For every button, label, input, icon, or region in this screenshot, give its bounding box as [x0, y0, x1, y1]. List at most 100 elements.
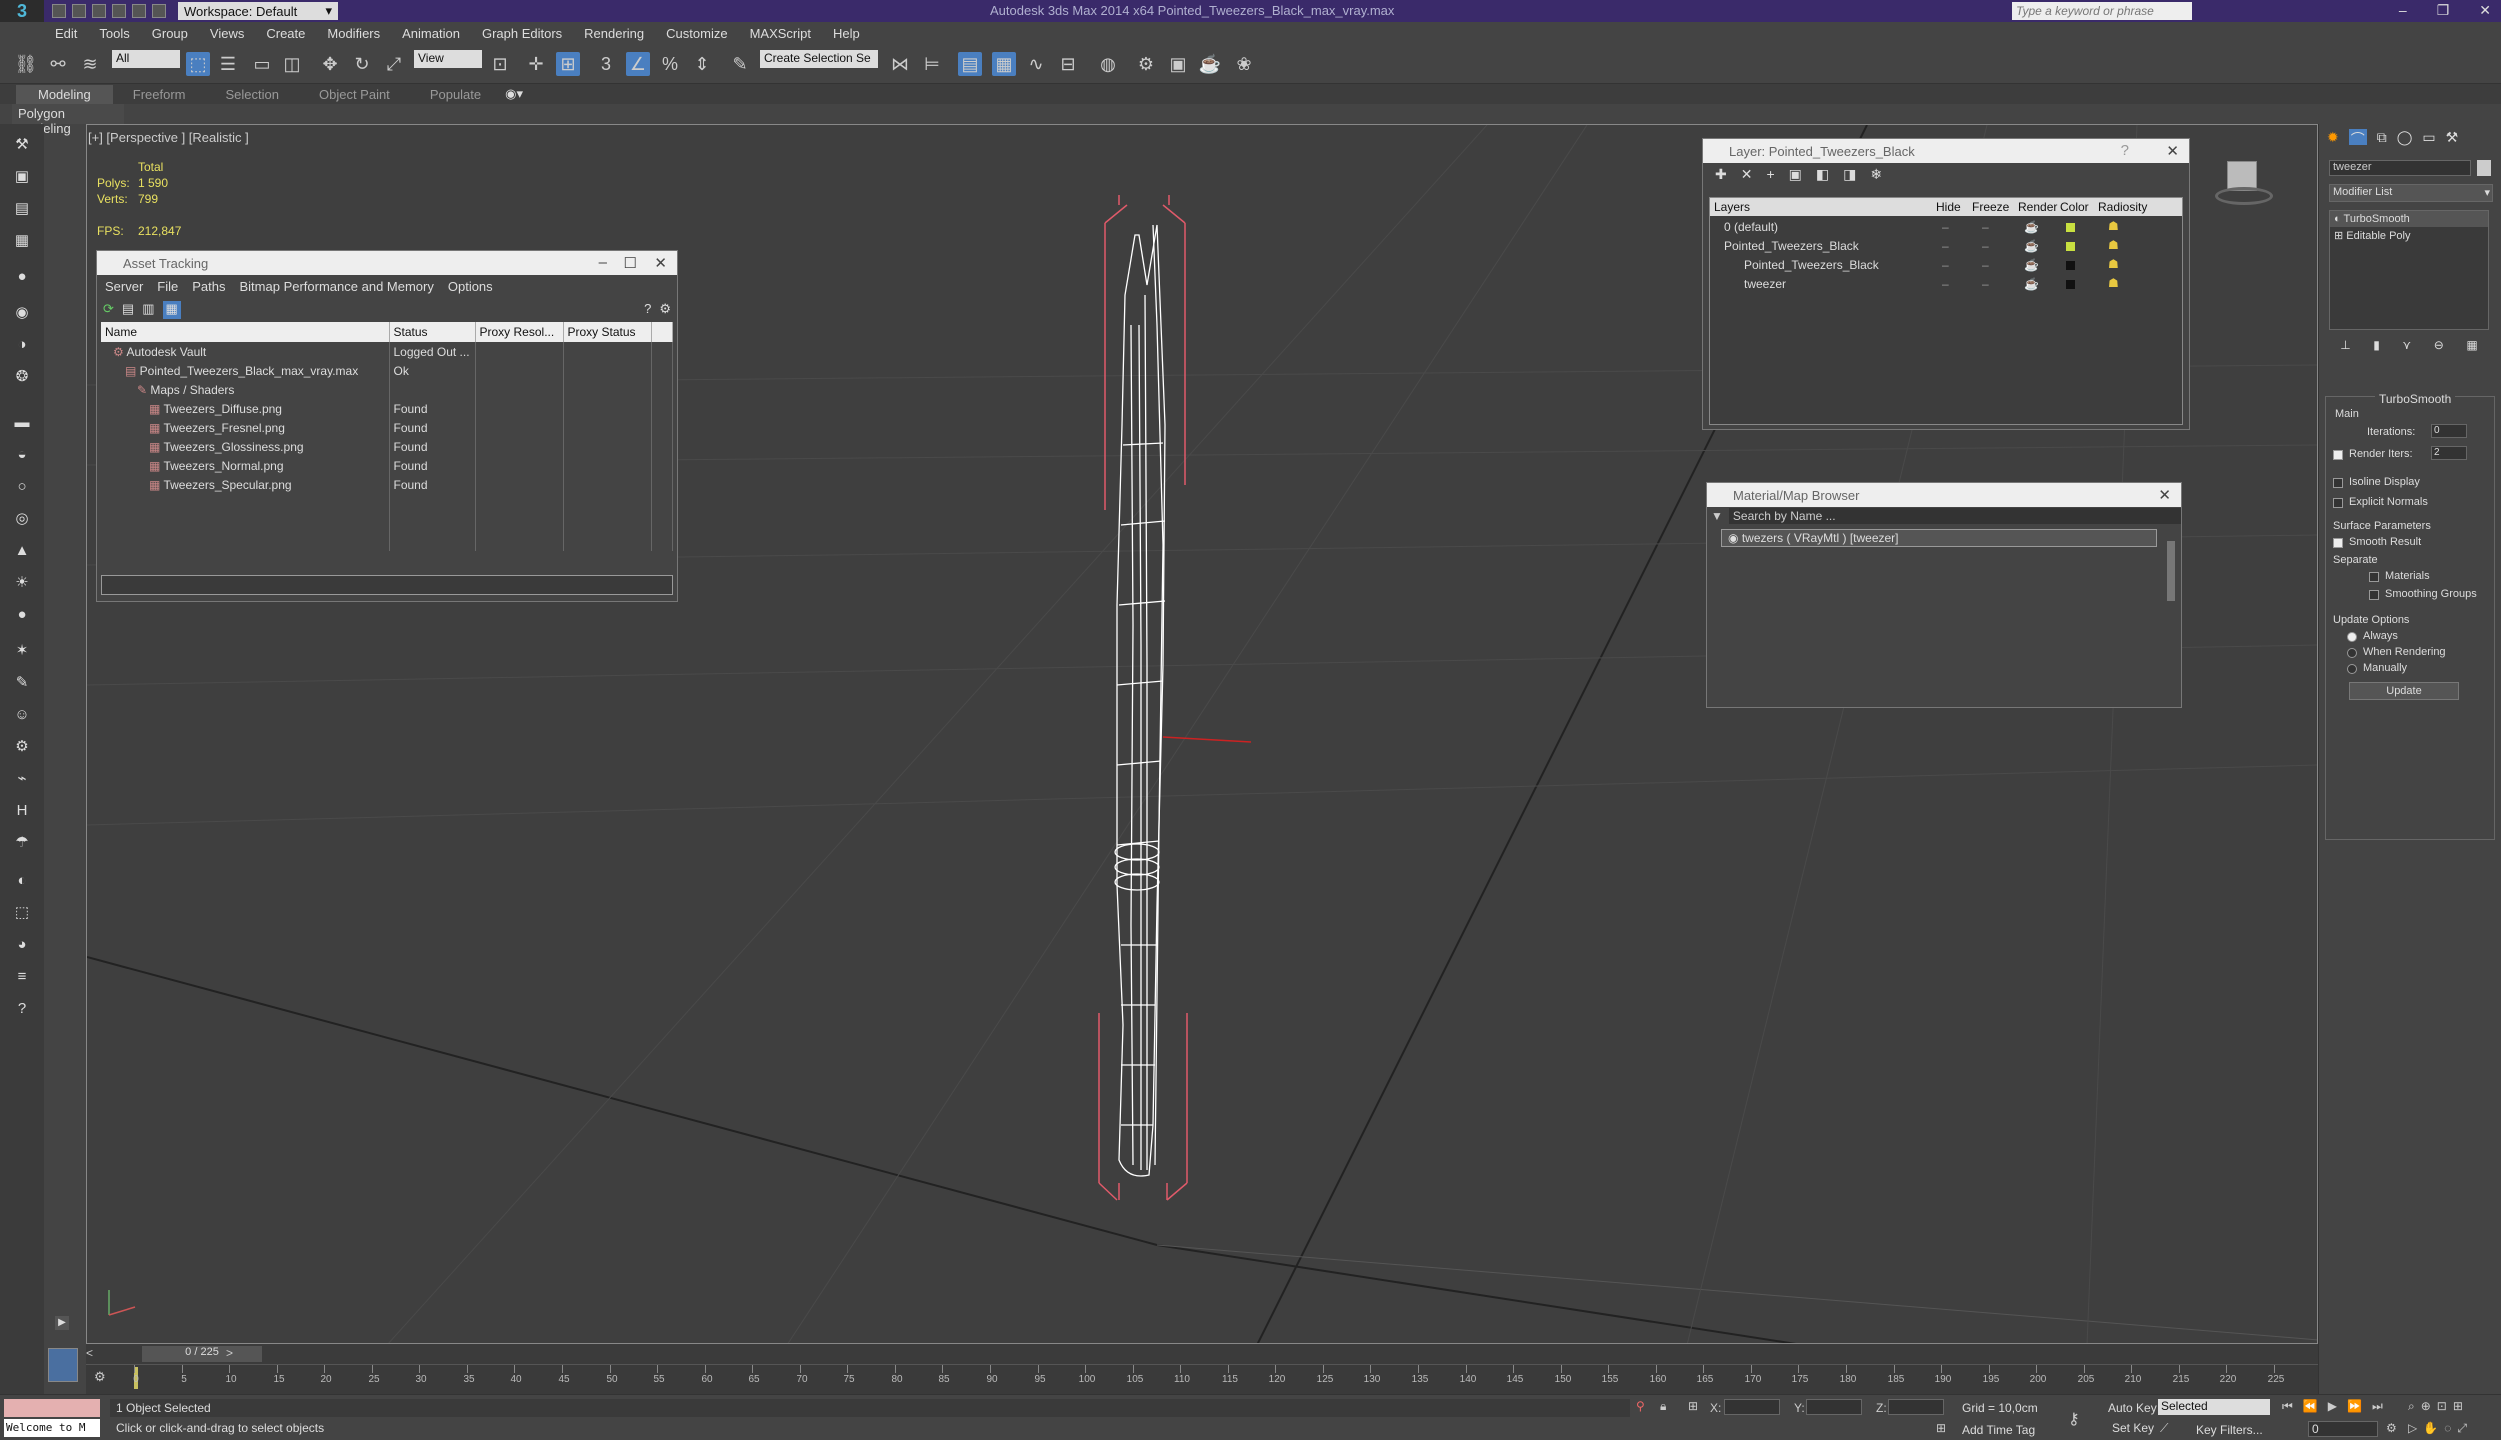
hierarchy-tab-icon[interactable]: ⧉ — [2377, 129, 2387, 145]
display-tab-icon[interactable]: ▭ — [2422, 129, 2435, 145]
isoline-display-checkbox[interactable] — [2333, 478, 2343, 488]
select-in-layer-icon[interactable]: ▣ — [1789, 166, 1802, 182]
key-icon[interactable]: ⚷ — [2068, 1409, 2080, 1429]
expand-arrow-icon[interactable]: ▶ — [55, 1316, 69, 1330]
scale-icon[interactable]: ⤢ — [382, 52, 406, 76]
menu-rendering[interactable]: Rendering — [573, 26, 655, 41]
chevron-down-icon[interactable]: ▼ — [1711, 509, 1723, 523]
set-key-icon[interactable]: ⟋ — [2160, 1421, 2168, 1436]
table-row[interactable]: ▦ Tweezers_Glossiness.png Found — [101, 437, 673, 456]
materials-checkbox[interactable] — [2369, 572, 2379, 582]
column-header-freeze[interactable]: Freeze — [1972, 200, 2009, 214]
zoom-all-icon[interactable]: ⊕ — [2421, 1399, 2431, 1414]
layer-color-swatch[interactable] — [2066, 261, 2075, 270]
go-to-start-icon[interactable]: ⏮ — [2282, 1399, 2293, 1414]
hammer-icon[interactable]: ⚒ — [11, 134, 33, 156]
table-row[interactable]: ▤ Pointed_Tweezers_Black_max_vray.max Ok — [101, 361, 673, 380]
pin-stack-icon[interactable]: ⊥ — [2340, 338, 2350, 356]
search-input[interactable]: Type a keyword or phrase — [2012, 2, 2192, 20]
plane-icon[interactable]: ▬ — [11, 412, 33, 434]
figure-icon[interactable]: ☺ — [11, 704, 33, 726]
hf-icon[interactable]: H — [11, 800, 33, 822]
absolute-mode-icon[interactable]: ⊞ — [1688, 1399, 1698, 1413]
select-by-name-icon[interactable]: ☰ — [216, 52, 240, 76]
column-header-color[interactable]: Color — [2060, 200, 2089, 214]
add-to-layer-icon[interactable]: + — [1766, 166, 1774, 182]
minimize-icon[interactable]: – — [599, 254, 607, 271]
next-key-icon[interactable]: ⏩ — [2347, 1399, 2362, 1414]
globe-icon[interactable]: ◐ — [11, 870, 33, 892]
show-end-result-icon[interactable]: ▮ — [2373, 338, 2380, 356]
close-icon[interactable]: ✕ — [2158, 486, 2171, 504]
rotate-icon[interactable]: ↻ — [350, 52, 374, 76]
film-icon[interactable]: ⚙ — [94, 1369, 106, 1385]
menu-file[interactable]: File — [157, 279, 178, 294]
help-icon[interactable]: ? — [11, 998, 33, 1020]
auto-key-button[interactable]: Auto Key — [2108, 1401, 2157, 1415]
mirror-icon[interactable]: ⋈ — [888, 52, 912, 76]
viewcube-icon[interactable] — [2215, 161, 2273, 215]
render-teapot-icon[interactable]: ☕ — [2024, 258, 2039, 272]
set-key-button[interactable]: Set Key — [2112, 1421, 2154, 1435]
render-iters-checkbox[interactable] — [2333, 450, 2343, 460]
ribbon-options-icon[interactable]: ◉▾ — [501, 86, 527, 102]
asset-path-field[interactable] — [101, 575, 673, 595]
modifier-list-dropdown[interactable]: Modifier List ▾ — [2329, 184, 2493, 202]
layer-row[interactable]: tweezer – – ☕ ☗ — [1710, 275, 2180, 294]
stack-item-turbosmooth[interactable]: ◐ TurboSmooth — [2330, 211, 2488, 227]
hide-toggle[interactable]: – — [1942, 220, 1949, 234]
tab-selection[interactable]: Selection — [206, 87, 299, 102]
smoothing-groups-checkbox[interactable] — [2369, 590, 2379, 600]
sun-icon[interactable]: ☀ — [11, 572, 33, 594]
render-teapot-icon[interactable]: ☕ — [2024, 239, 2039, 253]
tab-populate[interactable]: Populate — [410, 87, 501, 102]
menu-graph-editors[interactable]: Graph Editors — [471, 26, 573, 41]
column-header-render[interactable]: Render — [2018, 200, 2057, 214]
menu-tools[interactable]: Tools — [88, 26, 140, 41]
table-row[interactable]: ✎ Maps / Shaders — [101, 380, 673, 399]
settings-icon[interactable]: ⚙ — [659, 301, 671, 319]
gear-icon[interactable]: ⚙ — [11, 736, 33, 758]
lock-icon[interactable]: ⚲ — [1636, 1399, 1645, 1413]
iterations-spinner[interactable]: 0 — [2431, 424, 2467, 438]
hide-toggle[interactable]: – — [1942, 258, 1949, 272]
help-icon[interactable]: ? — [644, 301, 651, 319]
render-icon[interactable]: ◕ — [11, 934, 33, 956]
object-color-swatch[interactable] — [2477, 160, 2491, 176]
layer-manager-titlebar[interactable]: Layer: Pointed_Tweezers_Black ? ✕ — [1703, 139, 2189, 163]
create-tab-icon[interactable]: ✹ — [2327, 129, 2339, 145]
redo-icon[interactable] — [132, 4, 146, 18]
menu-animation[interactable]: Animation — [391, 26, 471, 41]
column-header-name[interactable]: Name — [101, 322, 390, 342]
workspace-dropdown[interactable]: Workspace: Default ▾ — [178, 2, 338, 20]
undo-icon[interactable] — [112, 4, 126, 18]
close-icon[interactable]: ✕ — [2479, 2, 2491, 19]
tab-modeling[interactable]: Modeling — [16, 84, 113, 104]
align-icon[interactable]: ⊨ — [920, 52, 944, 76]
freeze-toggle[interactable]: – — [1982, 220, 1989, 234]
radiosity-icon[interactable]: ☗ — [2108, 276, 2119, 290]
when-rendering-radio[interactable] — [2347, 648, 2357, 658]
open-file-icon[interactable] — [72, 4, 86, 18]
tab-object-paint[interactable]: Object Paint — [299, 87, 410, 102]
schematic-view-icon[interactable]: ⊟ — [1056, 52, 1080, 76]
space-warp-icon[interactable]: ❂ — [11, 366, 33, 388]
cloth-icon[interactable]: ☂ — [11, 832, 33, 854]
menu-bitmap-performance[interactable]: Bitmap Performance and Memory — [240, 279, 434, 294]
box-icon[interactable]: ▣ — [11, 166, 33, 188]
previous-key-icon[interactable]: ⏪ — [2303, 1399, 2318, 1414]
menu-options[interactable]: Options — [448, 279, 493, 294]
material-item[interactable]: ◉ twezers ( VRayMtl ) [tweezer] — [1721, 529, 2157, 547]
link-icon[interactable]: ⛓ — [14, 52, 38, 76]
layer-row[interactable]: Pointed_Tweezers_Black – – ☕ ☗ — [1710, 237, 2180, 256]
orbit-icon[interactable]: ◌ — [2444, 1421, 2451, 1436]
asset-tracking-titlebar[interactable]: Asset Tracking – ☐ ✕ — [97, 251, 677, 275]
remove-modifier-icon[interactable]: ⊖ — [2434, 338, 2444, 356]
menu-server[interactable]: Server — [105, 279, 143, 294]
freeze-toggle[interactable]: – — [1982, 239, 1989, 253]
field-of-view-icon[interactable]: ▷ — [2408, 1421, 2417, 1436]
helper-icon[interactable]: ◑ — [11, 334, 33, 356]
polygon-modeling-panel[interactable]: Polygon Modeling — [12, 104, 124, 136]
play-icon[interactable]: ▶ — [2328, 1399, 2337, 1414]
key-filters-button[interactable]: Key Filters... — [2196, 1423, 2263, 1437]
